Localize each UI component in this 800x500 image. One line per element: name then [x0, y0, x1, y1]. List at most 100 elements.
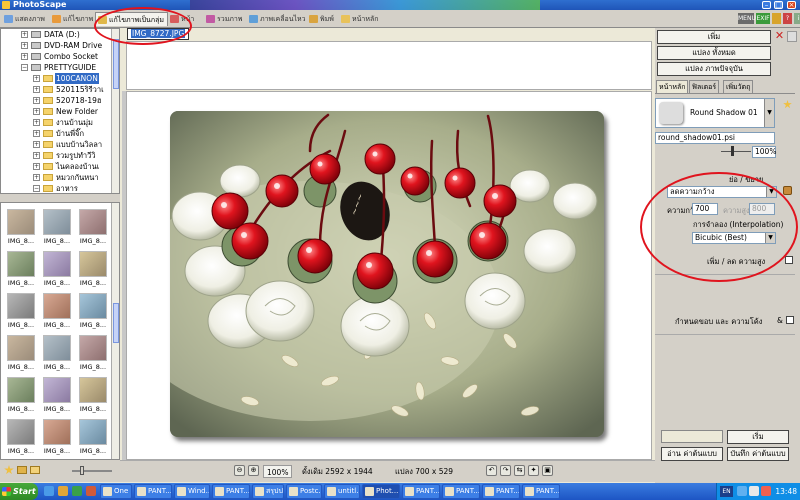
folder-tree-item[interactable]: + New Folder	[1, 106, 113, 117]
thumbnail-item[interactable]: IMG_8...	[77, 249, 109, 291]
thumbnail-size-slider[interactable]	[72, 470, 112, 472]
thumbnail-size-slider-handle[interactable]	[80, 466, 84, 475]
taskbar-button[interactable]: Postc...	[286, 484, 322, 499]
add-reduce-height-checkbox[interactable]	[785, 256, 793, 264]
expand-toggle-icon[interactable]: +	[33, 141, 40, 148]
thumbnail-item[interactable]: IMG_8...	[41, 375, 73, 417]
thumbnail-scrollbar[interactable]	[111, 203, 119, 459]
thumbnail-scrollbar-thumb[interactable]	[113, 303, 119, 343]
zoom-out-icon[interactable]: ⊖	[234, 465, 245, 476]
info-icon[interactable]: i	[794, 13, 800, 24]
expand-toggle-icon[interactable]: +	[33, 97, 40, 104]
thumbnail-item[interactable]: IMG_8...	[77, 375, 109, 417]
tray-network-icon[interactable]	[737, 486, 747, 496]
save-settings-button[interactable]: บันทึก ค่าต้นแบบ	[727, 447, 789, 461]
expand-toggle-icon[interactable]: +	[21, 42, 28, 49]
height-input[interactable]: 800	[749, 203, 775, 215]
tab-combine[interactable]: รวมภาพ	[204, 12, 245, 26]
quicklaunch-ie-icon[interactable]	[44, 486, 54, 496]
folder-tree-item[interactable]: + รวมรูปทำวีวิ	[1, 150, 113, 161]
tab-batch-editor[interactable]: แก้ไขภาพเป็นกลุ่ม	[95, 12, 168, 26]
taskbar-button[interactable]: One ...	[100, 484, 132, 499]
tree-scrollbar[interactable]	[111, 29, 119, 193]
thumbnail-item[interactable]: IMG_8...	[77, 207, 109, 249]
thumbnail-item[interactable]: IMG_8...	[5, 375, 37, 417]
tab-print[interactable]: พิมพ์	[307, 12, 337, 26]
language-indicator[interactable]: EN	[720, 486, 733, 497]
taskbar-button[interactable]: PANT...	[134, 484, 172, 499]
exif-button[interactable]: EXIF	[756, 13, 770, 24]
thumbnail-item[interactable]: IMG_8...	[5, 417, 37, 459]
convert-all-button[interactable]: แปลง ทั้งหมด	[657, 46, 771, 60]
folder-tree-item[interactable]: +520718-19ฮ	[1, 95, 113, 106]
load-settings-button[interactable]: อ่าน ค่าต้นแบบ	[661, 447, 723, 461]
zoom-in-icon[interactable]: ⊕	[248, 465, 259, 476]
quicklaunch-desktop-icon[interactable]	[58, 486, 68, 496]
tab-viewer[interactable]: แสดงภาพ	[2, 12, 48, 26]
resize-mode-select[interactable]: ลดความกว้าง ▼	[667, 186, 777, 198]
thumbnail-item[interactable]: IMG_8...	[41, 333, 73, 375]
interpolation-select[interactable]: Bicubic (Best) ▼	[692, 232, 776, 244]
taskbar-button[interactable]: Phot...	[362, 484, 400, 499]
interpolation-dropdown-arrow[interactable]: ▼	[765, 233, 775, 243]
favorite-frame-icon[interactable]	[783, 100, 792, 109]
taskbar-button[interactable]: PANT...	[402, 484, 440, 499]
thumbnail-item[interactable]: IMG_8...	[77, 333, 109, 375]
convert-current-button[interactable]: แปลง ภาพปัจจุบัน	[657, 62, 771, 76]
tree-scrollbar-thumb[interactable]	[113, 39, 119, 89]
folder-tree-item[interactable]: +520115ริรีวาเ	[1, 84, 113, 95]
flip-icon[interactable]: ⇆	[514, 465, 525, 476]
thumbnail-item[interactable]: IMG_8...	[41, 249, 73, 291]
tab-page[interactable]: หน้า	[168, 12, 197, 26]
panel-splitter[interactable]	[0, 194, 120, 202]
folder-tree-item[interactable]: + งานบ้านมุ่ม	[1, 117, 113, 128]
rotate-left-icon[interactable]: ↶	[486, 465, 497, 476]
thumbnail-item[interactable]: IMG_8...	[5, 291, 37, 333]
frame-dropdown-arrow[interactable]: ▼	[764, 99, 774, 127]
taskbar-button[interactable]: Wind...	[174, 484, 210, 499]
folder-tree-item[interactable]: +100CANON	[1, 73, 113, 84]
folder-tree-item[interactable]: + DATA (D:)	[1, 29, 113, 40]
expand-toggle-icon[interactable]: +	[33, 119, 40, 126]
tray-security-icon[interactable]	[761, 486, 771, 496]
tab-editor[interactable]: แก้ไขภาพ	[50, 12, 96, 26]
thumbnail-item[interactable]: IMG_8...	[41, 417, 73, 459]
quicklaunch-media-icon[interactable]	[72, 486, 82, 496]
menu-button[interactable]: MENU	[738, 13, 756, 24]
file-tab[interactable]: IMG_8727.JPG	[127, 28, 190, 40]
expand-toggle-icon[interactable]: −	[33, 185, 40, 192]
folder-tree-item[interactable]: + แบบบ้านวิลลา	[1, 139, 113, 150]
folder-tree-item[interactable]: + หมวกกันหนา	[1, 172, 113, 183]
quicklaunch-app-icon[interactable]	[86, 486, 96, 496]
start-button[interactable]: เริ่ม	[727, 430, 789, 444]
tab-main[interactable]: หน้าหลัก	[656, 80, 689, 94]
folder-tree-item[interactable]: − อาหาร	[1, 183, 113, 193]
remove-icon[interactable]: ✕	[774, 30, 785, 42]
folder-tree-item[interactable]: − PRETTYGUIDE	[1, 62, 113, 73]
expand-toggle-icon[interactable]: +	[33, 163, 40, 170]
maximize-button[interactable]: □	[774, 1, 783, 9]
thumbnail-item[interactable]: IMG_8...	[5, 249, 37, 291]
frame-selector[interactable]: Round Shadow 01 ▼	[655, 98, 775, 128]
expand-toggle-icon[interactable]: +	[33, 86, 40, 93]
folder-icon[interactable]	[17, 466, 27, 474]
thumbnail-item[interactable]: IMG_8...	[5, 207, 37, 249]
taskbar-button[interactable]: สรุปป...	[252, 484, 284, 499]
expand-toggle-icon[interactable]: +	[33, 152, 40, 159]
expand-toggle-icon[interactable]: +	[33, 75, 40, 82]
rotate-right-icon[interactable]: ↷	[500, 465, 511, 476]
tools-icon[interactable]: ✦	[528, 465, 539, 476]
width-input[interactable]: 700	[692, 203, 718, 215]
folder-tree-item[interactable]: + ไนคลองบ้านเ	[1, 161, 113, 172]
expand-toggle-icon[interactable]: −	[21, 64, 28, 71]
folder-open-icon[interactable]	[772, 13, 781, 24]
start-button[interactable]: Start	[0, 483, 38, 500]
favorite-star-icon[interactable]	[4, 465, 14, 475]
expand-toggle-icon[interactable]: +	[21, 31, 28, 38]
thumbnail-item[interactable]: IMG_8...	[41, 207, 73, 249]
expand-toggle-icon[interactable]: +	[21, 53, 28, 60]
folder-tree-item[interactable]: + DVD-RAM Drive	[1, 40, 113, 51]
resize-settings-icon[interactable]	[783, 186, 792, 195]
tab-animated-gif[interactable]: ภาพเคลื่อนไหว	[247, 12, 309, 26]
tab-filter[interactable]: ฟิลเตอร์	[689, 80, 720, 94]
